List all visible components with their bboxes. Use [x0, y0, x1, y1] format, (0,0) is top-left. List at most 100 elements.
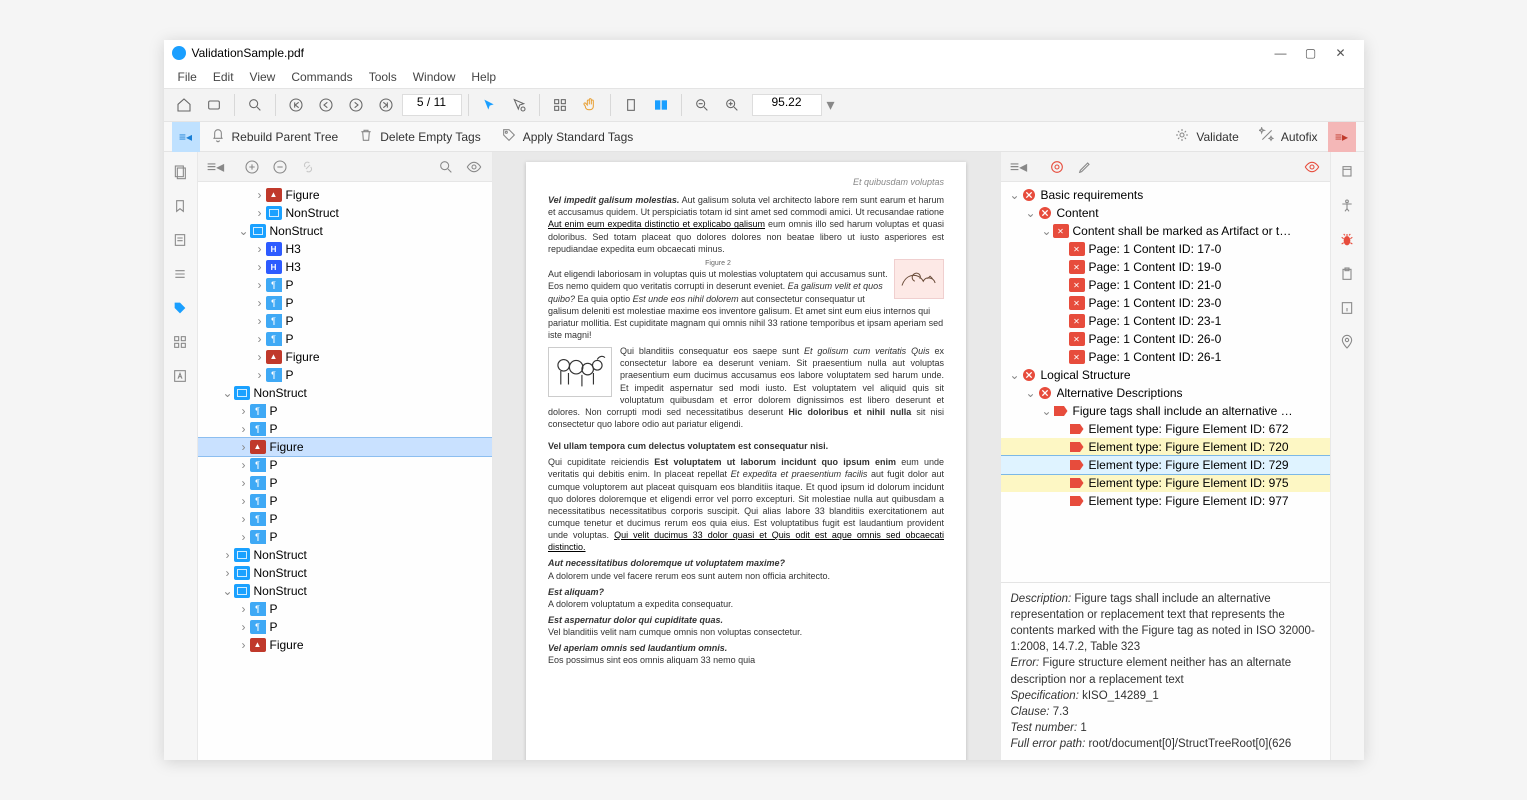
tree-item[interactable]: ⌄Content shall be marked as Artifact or …	[1001, 222, 1330, 240]
chevron-right-icon[interactable]: ›	[254, 350, 266, 364]
tree-item[interactable]: ›P	[198, 528, 492, 546]
tree-item[interactable]: ›HH3	[198, 258, 492, 276]
chevron-right-icon[interactable]: ›	[238, 440, 250, 454]
hand-tool-icon[interactable]	[576, 91, 604, 119]
tree-item[interactable]: ⌄NonStruct	[198, 582, 492, 600]
tree-item[interactable]: Page: 1 Content ID: 17-0	[1001, 240, 1330, 258]
document-viewport[interactable]: Et quibusdam voluptas Vel impedit galisu…	[493, 152, 1000, 760]
thumb-page-icon[interactable]	[617, 91, 645, 119]
tree-item[interactable]: ⌄NonStruct	[198, 222, 492, 240]
tree-item[interactable]: ⌄NonStruct	[198, 384, 492, 402]
chevron-right-icon[interactable]: ›	[254, 368, 266, 382]
validate-button[interactable]: Validate	[1164, 124, 1248, 150]
pages-rail-icon[interactable]	[170, 162, 190, 182]
menu-file[interactable]: File	[170, 70, 205, 84]
tree-item[interactable]: ›P	[198, 402, 492, 420]
tree-item[interactable]: ⌄Logical Structure	[1001, 366, 1330, 384]
chevron-right-icon[interactable]: ›	[222, 566, 234, 580]
pencil-icon[interactable]	[1073, 155, 1097, 179]
select-tool-icon[interactable]	[475, 91, 503, 119]
menu-view[interactable]: View	[242, 70, 284, 84]
tree-item[interactable]: Element type: Figure Element ID: 729	[1001, 456, 1330, 474]
zoom-in-icon[interactable]	[718, 91, 746, 119]
list-rail-icon[interactable]	[170, 264, 190, 284]
autofix-button[interactable]: Autofix	[1249, 124, 1328, 150]
tree-item[interactable]: Page: 1 Content ID: 26-1	[1001, 348, 1330, 366]
tree-item[interactable]: ›HH3	[198, 240, 492, 258]
chevron-right-icon[interactable]: ›	[254, 332, 266, 346]
chevron-down-icon[interactable]: ⌄	[1025, 206, 1037, 220]
add-icon[interactable]	[240, 155, 264, 179]
font-rail-icon[interactable]	[170, 366, 190, 386]
text-select-icon[interactable]	[505, 91, 533, 119]
tree-item[interactable]: Page: 1 Content ID: 23-1	[1001, 312, 1330, 330]
tree-item[interactable]: ›P	[198, 456, 492, 474]
menu-window[interactable]: Window	[405, 70, 464, 84]
eye-icon[interactable]	[462, 155, 486, 179]
chevron-right-icon[interactable]: ›	[254, 188, 266, 202]
chevron-right-icon[interactable]: ›	[254, 314, 266, 328]
tree-item[interactable]: ›P	[198, 492, 492, 510]
chevron-right-icon[interactable]: ›	[254, 296, 266, 310]
last-page-icon[interactable]	[372, 91, 400, 119]
tree-item[interactable]: Element type: Figure Element ID: 720	[1001, 438, 1330, 456]
tree-item[interactable]: ›P	[198, 420, 492, 438]
tree-item[interactable]: ›P	[198, 330, 492, 348]
tree-item[interactable]: ›P	[198, 510, 492, 528]
thumb-spread-icon[interactable]	[647, 91, 675, 119]
tree-item[interactable]: ›Figure	[198, 636, 492, 654]
tree-item[interactable]: ⌄Alternative Descriptions	[1001, 384, 1330, 402]
bookmarks-rail-icon[interactable]	[170, 196, 190, 216]
chevron-right-icon[interactable]: ›	[254, 242, 266, 256]
tree-item[interactable]: ›Figure	[198, 186, 492, 204]
tree-item[interactable]: ›Figure	[198, 438, 492, 456]
chevron-down-icon[interactable]: ⌄	[1025, 386, 1037, 400]
tree-item[interactable]: Page: 1 Content ID: 26-0	[1001, 330, 1330, 348]
issues-tree[interactable]: ⌄Basic requirements⌄Content⌄Content shal…	[1001, 182, 1330, 582]
chevron-down-icon[interactable]: ⌄	[1009, 188, 1021, 202]
minimize-button[interactable]: —	[1266, 46, 1296, 60]
tree-item[interactable]: ›P	[198, 474, 492, 492]
apps-rail-icon[interactable]	[170, 332, 190, 352]
chevron-down-icon[interactable]: ⌄	[238, 224, 250, 238]
chevron-right-icon[interactable]: ›	[222, 548, 234, 562]
tree-item[interactable]: Element type: Figure Element ID: 977	[1001, 492, 1330, 510]
first-page-icon[interactable]	[282, 91, 310, 119]
zoom-out-icon[interactable]	[688, 91, 716, 119]
chevron-right-icon[interactable]: ›	[238, 476, 250, 490]
chevron-right-icon[interactable]: ›	[238, 458, 250, 472]
tab-icon[interactable]	[200, 91, 228, 119]
chevron-down-icon[interactable]: ⌄	[1009, 368, 1021, 382]
chevron-right-icon[interactable]: ›	[254, 206, 266, 220]
tree-item[interactable]: ›P	[198, 600, 492, 618]
home-icon[interactable]	[170, 91, 198, 119]
tree-item[interactable]: ›P	[198, 366, 492, 384]
grid-icon[interactable]	[546, 91, 574, 119]
menu-commands[interactable]: Commands	[283, 70, 360, 84]
info-rail-icon[interactable]	[1337, 298, 1357, 318]
chevron-down-icon[interactable]: ⌄	[1041, 404, 1053, 418]
tree-item[interactable]: Element type: Figure Element ID: 975	[1001, 474, 1330, 492]
menu-help[interactable]: Help	[463, 70, 504, 84]
chevron-right-icon[interactable]: ›	[238, 422, 250, 436]
chevron-down-icon[interactable]: ⌄	[1041, 224, 1053, 238]
location-rail-icon[interactable]	[1337, 332, 1357, 352]
menu-edit[interactable]: Edit	[205, 70, 242, 84]
tree-item[interactable]: ›P	[198, 312, 492, 330]
maximize-button[interactable]: ▢	[1296, 46, 1326, 60]
zoom-input[interactable]: 95.22	[752, 94, 822, 116]
tree-item[interactable]: ⌄Figure tags shall include an alternativ…	[1001, 402, 1330, 420]
prev-page-icon[interactable]	[312, 91, 340, 119]
accessibility-rail-icon[interactable]	[1337, 196, 1357, 216]
remove-icon[interactable]	[268, 155, 292, 179]
chevron-right-icon[interactable]: ›	[254, 260, 266, 274]
chevron-right-icon[interactable]: ›	[238, 620, 250, 634]
tree-item[interactable]: ›P	[198, 294, 492, 312]
right-panel-toggle-icon[interactable]: ≡▸	[1328, 122, 1356, 152]
tree-item[interactable]: ›NonStruct	[198, 564, 492, 582]
tree-item[interactable]: ⌄Content	[1001, 204, 1330, 222]
tree-item[interactable]: ›NonStruct	[198, 204, 492, 222]
left-panel-toggle-icon[interactable]: ≡◂	[172, 122, 200, 152]
chevron-right-icon[interactable]: ›	[238, 602, 250, 616]
tag-tree[interactable]: ›Figure›NonStruct⌄NonStruct›HH3›HH3›P›P›…	[198, 182, 492, 760]
